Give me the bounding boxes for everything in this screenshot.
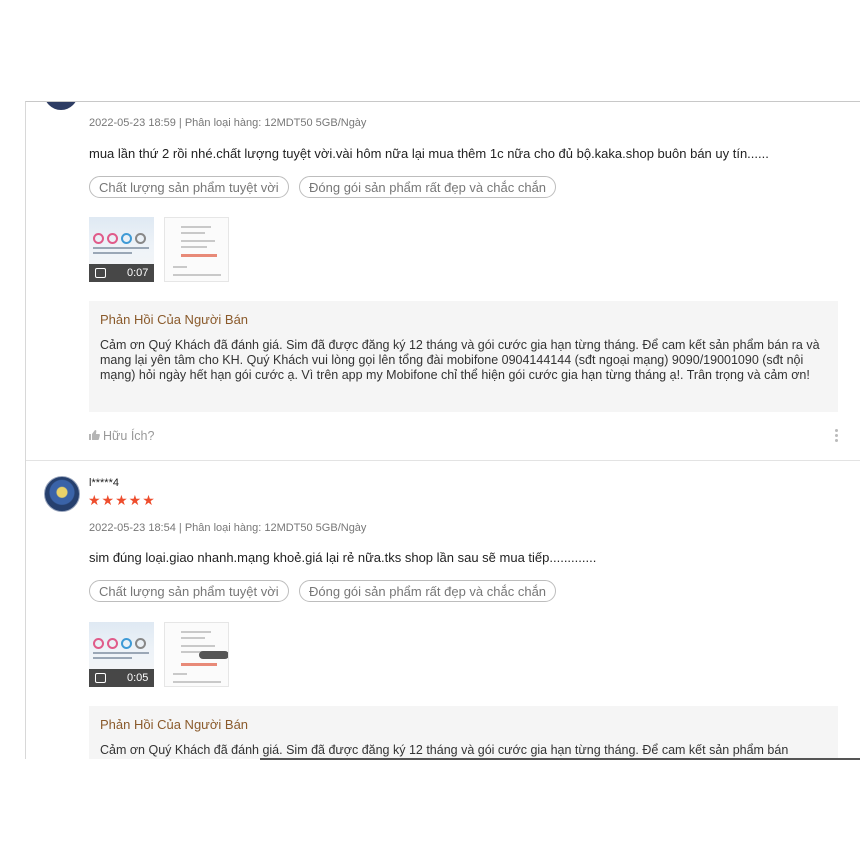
review-tag: Chất lượng sản phẩm tuyệt vời [89, 580, 289, 602]
review-tag: Đóng gói sản phẩm rất đẹp và chắc chắn [299, 580, 557, 602]
seller-reply: Phản Hồi Của Người Bán Cảm ơn Quý Khách … [89, 301, 838, 412]
review-image-thumbnail[interactable] [164, 622, 229, 687]
seller-reply-text: Cảm ơn Quý Khách đã đánh giá. Sim đã đượ… [100, 743, 789, 757]
review-meta: 2022-05-23 18:59 | Phân loại hàng: 12MDT… [89, 117, 367, 129]
helpful-button[interactable]: Hữu Ích? [88, 429, 154, 443]
more-options-icon[interactable] [835, 429, 839, 444]
rating-stars: ★★★★★ [88, 492, 156, 508]
review-tag: Chất lượng sản phẩm tuyệt vời [89, 176, 289, 198]
seller-reply-title: Phản Hồi Của Người Bán [100, 717, 249, 732]
seller-reply-text: Cảm ơn Quý Khách đã đánh giá. Sim đã đượ… [100, 338, 820, 382]
seller-reply-title: Phản Hồi Của Người Bán [100, 312, 249, 327]
avatar[interactable] [44, 102, 78, 110]
video-duration-bar: 0:07 [89, 264, 154, 282]
review-comment: mua lần thứ 2 rồi nhé.chất lượng tuyệt v… [89, 146, 769, 161]
review-comment: sim đúng loại.giao nhanh.mạng khoẻ.giá l… [89, 550, 597, 565]
review-image-thumbnail[interactable] [164, 217, 229, 282]
username: l*****4 [89, 477, 119, 489]
review-tag: Đóng gói sản phẩm rất đẹp và chắc chắn [299, 176, 557, 198]
avatar[interactable] [44, 476, 80, 512]
video-camera-icon [95, 673, 106, 683]
reviews-panel: 2022-05-23 18:59 | Phân loại hàng: 12MDT… [25, 101, 860, 759]
review-divider [26, 460, 860, 461]
review-video-thumbnail[interactable]: 0:07 [89, 217, 154, 282]
scroll-edge [260, 758, 860, 760]
video-duration: 0:05 [127, 672, 149, 684]
video-camera-icon [95, 268, 106, 278]
helpful-label: Hữu Ích? [103, 429, 155, 443]
seller-reply: Phản Hồi Của Người Bán Cảm ơn Quý Khách … [89, 706, 838, 759]
review-meta: 2022-05-23 18:54 | Phân loại hàng: 12MDT… [89, 522, 367, 534]
review-video-thumbnail[interactable]: 0:05 [89, 622, 154, 687]
video-duration-bar: 0:05 [89, 669, 154, 687]
thumbs-up-icon [89, 430, 100, 440]
video-duration: 0:07 [127, 267, 149, 279]
